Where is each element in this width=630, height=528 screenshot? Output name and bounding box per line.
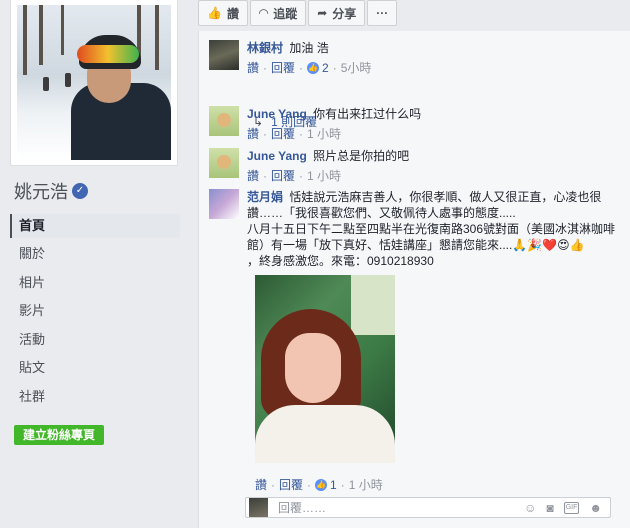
rss-icon: ◠ xyxy=(258,6,269,20)
share-arrow-icon: ➦ xyxy=(317,6,328,20)
comment-like-link[interactable]: 讚 xyxy=(247,126,259,142)
comment-reply-link[interactable]: 回覆 xyxy=(271,60,295,76)
thumbs-up-icon: 👍 xyxy=(207,6,222,20)
sticker-icon[interactable]: ☻ xyxy=(589,501,602,515)
comment-actions: 讚 · 回覆 · 👍 1 · 1 小時 xyxy=(255,476,383,493)
comment-reply-link[interactable]: 回覆 xyxy=(271,168,295,184)
share-button[interactable]: ➦ 分享 xyxy=(308,0,366,26)
comment-like-link[interactable]: 讚 xyxy=(247,60,259,76)
comment-text: 恬娃說元浩麻吉善人，你很孝順、做人又很正直，心凌也很讚……「我很喜歡您們、又敬佩… xyxy=(247,190,602,220)
comment-time[interactable]: 1 小時 xyxy=(307,126,341,142)
page-name-text[interactable]: 姚元浩 xyxy=(14,178,68,204)
page-nav: 首頁 關於 相片 影片 活動 貼文 社群 xyxy=(10,214,180,413)
skier-figure xyxy=(43,77,49,91)
tree-decor xyxy=(39,5,43,65)
avatar[interactable] xyxy=(209,40,239,70)
like-count[interactable]: 1 xyxy=(330,478,337,492)
tree-decor xyxy=(155,5,159,70)
comment-author[interactable]: June Yang xyxy=(247,107,307,121)
follow-button-label: 追蹤 xyxy=(273,6,298,21)
comment-time[interactable]: 1 小時 xyxy=(349,476,383,493)
train-window xyxy=(351,275,395,335)
gif-icon[interactable]: GIF xyxy=(563,501,580,514)
avatar[interactable] xyxy=(209,148,239,178)
like-button[interactable]: 👍 讚 xyxy=(198,0,248,26)
comment-text: 你有出来扛过什么吗 xyxy=(313,107,422,121)
nav-item-about[interactable]: 關於 xyxy=(10,242,180,271)
more-button[interactable]: ··· xyxy=(367,0,398,26)
comment-item: June Yang 照片总是你拍的吧 讚 · 回覆 · 1 小時 xyxy=(209,148,627,184)
like-count[interactable]: 2 xyxy=(322,60,329,76)
photo-shirt xyxy=(255,405,395,463)
comments-panel: 林銀村 加油 浩 讚 · 回覆 · 👍 2 · 5小時 ↳ 1 則回覆 June… xyxy=(198,31,630,528)
nav-item-home[interactable]: 首頁 xyxy=(10,214,180,238)
page-title[interactable]: 姚元浩 ✓ xyxy=(14,178,88,204)
comment-like-link[interactable]: 讚 xyxy=(247,168,259,184)
follow-button[interactable]: ◠ 追蹤 xyxy=(249,0,307,26)
nav-item-community[interactable]: 社群 xyxy=(10,385,180,414)
comment-author[interactable]: June Yang xyxy=(247,149,307,163)
comment-photo[interactable] xyxy=(255,275,395,463)
comment-author[interactable]: 林銀村 xyxy=(247,41,283,55)
ski-goggles xyxy=(77,45,139,63)
tree-decor xyxy=(61,5,64,55)
profile-picture-frame[interactable] xyxy=(10,0,178,166)
avatar[interactable] xyxy=(209,106,239,136)
dog-figure xyxy=(217,113,231,127)
create-page-button[interactable]: 建立粉絲專頁 xyxy=(14,425,104,445)
comment-author[interactable]: 范月娟 xyxy=(247,190,283,204)
like-button-label: 讚 xyxy=(226,6,239,21)
share-button-label: 分享 xyxy=(332,6,357,21)
more-dots-icon: ··· xyxy=(376,6,389,20)
nav-item-events[interactable]: 活動 xyxy=(10,328,180,357)
reply-box: ☺ ◙ GIF ☻ xyxy=(245,497,611,518)
comment-item: 范月娟 恬娃說元浩麻吉善人，你很孝順、做人又很正直，心凌也很讚……「我很喜歡您們… xyxy=(209,189,627,269)
emoji-icon[interactable]: ☺ xyxy=(524,501,536,515)
camera-icon[interactable]: ◙ xyxy=(546,501,553,515)
avatar[interactable] xyxy=(209,189,239,219)
comment-text: 八月十五日下午二點至四點半在光復南路306號對面（美國冰淇淋咖啡館）有一場「放下… xyxy=(247,222,616,252)
verified-check-icon: ✓ xyxy=(72,183,88,199)
photo-face xyxy=(285,333,341,403)
comment-item: June Yang 你有出来扛过什么吗 讚 · 回覆 · 1 小時 xyxy=(209,106,627,142)
comment-text: 照片总是你拍的吧 xyxy=(313,149,410,163)
skier-figure xyxy=(65,73,71,87)
comment-text: 加油 浩 xyxy=(289,41,329,55)
reply-input[interactable] xyxy=(278,500,508,515)
comment-reply-link[interactable]: 回覆 xyxy=(271,126,295,142)
comment-time[interactable]: 1 小時 xyxy=(307,168,341,184)
dog-figure xyxy=(217,155,231,169)
like-count-icon: 👍 xyxy=(315,478,328,491)
reply-avatar xyxy=(249,498,268,517)
like-count-icon: 👍 xyxy=(307,62,320,74)
profile-picture[interactable] xyxy=(17,5,171,160)
nav-item-videos[interactable]: 影片 xyxy=(10,299,180,328)
comment-reply-link[interactable]: 回覆 xyxy=(279,476,303,493)
nav-item-posts[interactable]: 貼文 xyxy=(10,356,180,385)
tree-decor xyxy=(23,5,27,75)
main-column: 👍 讚 ◠ 追蹤 ➦ 分享 ··· 林銀村 加油 浩 讚 · 回覆 · 👍 2 … xyxy=(190,0,630,528)
comment-text: ，終身感激您。來電：0910218930 xyxy=(247,254,434,268)
page-action-bar: 👍 讚 ◠ 追蹤 ➦ 分享 ··· xyxy=(198,0,398,28)
left-column: 姚元浩 ✓ 首頁 關於 相片 影片 活動 貼文 社群 建立粉絲專頁 xyxy=(0,0,190,528)
comment-time[interactable]: 5小時 xyxy=(341,60,372,76)
comment-like-link[interactable]: 讚 xyxy=(255,476,267,493)
comment-item: 林銀村 加油 浩 讚 · 回覆 · 👍 2 · 5小時 xyxy=(209,40,627,76)
nav-item-photos[interactable]: 相片 xyxy=(10,271,180,300)
